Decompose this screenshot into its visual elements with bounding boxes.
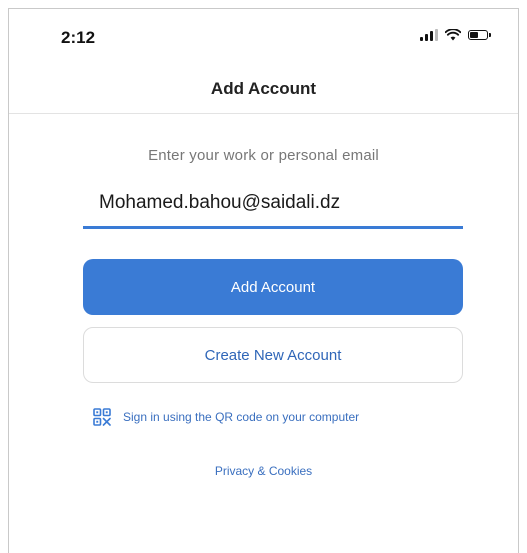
signal-icon	[420, 29, 438, 41]
phone-screen: 2:12 Add Account Enter your work or pers…	[8, 8, 519, 553]
email-field[interactable]	[83, 179, 463, 229]
qr-code-icon	[93, 408, 111, 426]
wifi-icon	[445, 29, 461, 41]
status-icons	[420, 29, 491, 41]
qr-sign-in-label: Sign in using the QR code on your comput…	[123, 410, 360, 424]
qr-sign-in-link[interactable]: Sign in using the QR code on your comput…	[93, 408, 359, 426]
status-bar: 2:12	[9, 9, 518, 61]
create-new-account-button[interactable]: Create New Account	[83, 327, 463, 383]
battery-level	[470, 32, 478, 38]
privacy-cookies-link[interactable]: Privacy & Cookies	[9, 464, 518, 478]
battery-icon	[468, 30, 491, 40]
header-divider	[9, 113, 518, 114]
status-time: 2:12	[61, 28, 96, 47]
page-title: Add Account	[210, 79, 317, 98]
email-prompt-label: Enter your work or personal email	[148, 147, 379, 164]
add-account-button[interactable]: Add Account	[83, 259, 463, 315]
